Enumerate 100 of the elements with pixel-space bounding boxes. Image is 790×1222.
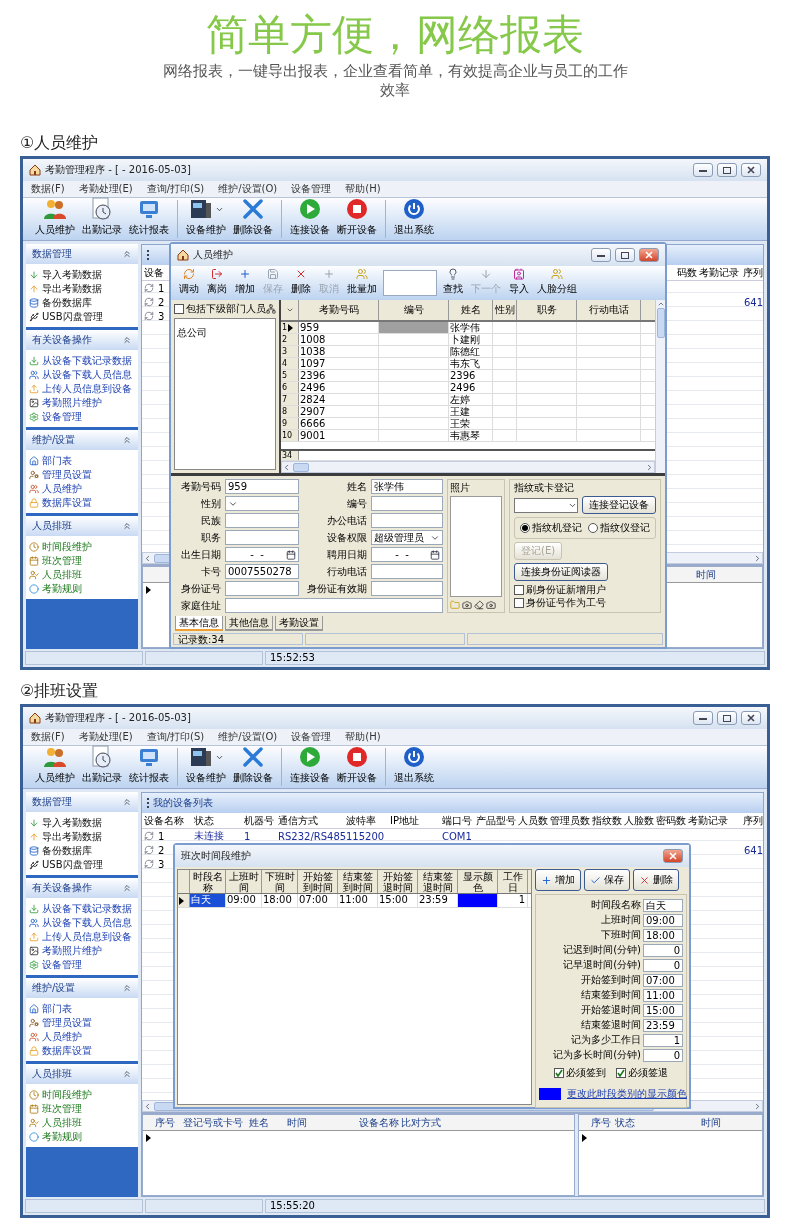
scrollbar-thumb[interactable] [293, 462, 309, 472]
tab[interactable]: 考勤设置 [275, 616, 323, 631]
tree-item[interactable]: 总公司 [177, 326, 207, 340]
text-field[interactable]: 0 [643, 958, 683, 972]
sidebar-link[interactable]: 考勤规则 [29, 582, 135, 595]
text-field[interactable]: 11:00 [643, 988, 683, 1002]
maximize-button[interactable] [615, 248, 635, 262]
sidebar-link[interactable]: 考勤规则 [29, 1130, 135, 1143]
menu-item[interactable]: 设备管理 [291, 182, 332, 196]
minimize-button[interactable] [591, 248, 611, 262]
sidebar-link[interactable]: 考勤照片维护 [29, 396, 135, 409]
minimize-button[interactable] [693, 711, 713, 725]
toolbar-button[interactable]: 设备维护 [184, 748, 228, 786]
action-button[interactable]: 删除 [633, 869, 679, 891]
sidebar-link[interactable]: 导出考勤数据 [29, 830, 135, 843]
group-header[interactable]: 维护/设置 [26, 978, 138, 998]
text-field[interactable] [225, 513, 299, 528]
text-field[interactable] [225, 598, 443, 613]
close-button[interactable] [741, 163, 761, 177]
menu-item[interactable]: 查询/打印(S) [146, 182, 205, 196]
text-field[interactable]: 18:00 [643, 928, 683, 942]
text-field[interactable] [371, 564, 443, 579]
sidebar-link[interactable]: USB闪盘管理 [29, 858, 135, 871]
text-field[interactable]: 张学伟 [371, 479, 443, 494]
toolbar-button[interactable]: 导入 [507, 268, 531, 298]
sidebar-link[interactable]: 管理员设置 [29, 1016, 135, 1029]
group-header[interactable]: 人员排班 [26, 1064, 138, 1084]
group-header[interactable]: 有关设备操作 [26, 878, 138, 898]
text-field[interactable] [371, 581, 443, 596]
group-header[interactable]: 维护/设置 [26, 430, 138, 450]
sidebar-link[interactable]: 时间段维护 [29, 1088, 135, 1101]
change-color-link[interactable]: 更改此时段类别的显示颜色 [567, 1087, 687, 1101]
toolbar-button[interactable]: 人脸分组 [535, 268, 579, 298]
toolbar-button[interactable]: 删除设备 [231, 200, 275, 238]
sidebar-link[interactable]: 时间段维护 [29, 540, 135, 553]
toolbar-button[interactable]: 统计报表 [127, 748, 171, 786]
maximize-button[interactable] [717, 711, 737, 725]
menu-item[interactable]: 设备管理 [291, 730, 332, 744]
text-field[interactable]: 15:00 [643, 1003, 683, 1017]
toolbar-button[interactable]: 调动 [177, 268, 201, 298]
sidebar-link[interactable]: 从设备下载人员信息 [29, 368, 135, 381]
checkbox[interactable]: 必须签到 [554, 1067, 606, 1079]
sidebar-link[interactable]: 部门表 [29, 454, 135, 467]
menu-item[interactable]: 维护/设置(O) [218, 730, 278, 744]
group-header[interactable]: 数据管理 [26, 244, 138, 264]
radio-button[interactable]: 指纹仪登记 [588, 522, 650, 534]
sidebar-link[interactable]: 从设备下载人员信息 [29, 916, 135, 929]
sidebar-link[interactable]: 部门表 [29, 1002, 135, 1015]
dropdown[interactable] [225, 496, 299, 511]
horizontal-scrollbar[interactable] [281, 461, 655, 473]
tab[interactable]: 其他信息 [225, 616, 273, 631]
menu-item[interactable]: 查询/打印(S) [146, 730, 205, 744]
radio-button[interactable]: 指纹机登记 [520, 522, 582, 534]
close-button[interactable] [663, 849, 683, 863]
toolbar-button[interactable]: 查找 [441, 268, 465, 298]
sidebar-link[interactable]: 设备管理 [29, 410, 135, 423]
menu-item[interactable]: 数据(F) [31, 730, 65, 744]
text-field[interactable] [371, 496, 443, 511]
checkbox[interactable]: 刷身份证新增用户 [514, 584, 606, 596]
sidebar-link[interactable]: 班次管理 [29, 1102, 135, 1115]
scrollbar-thumb[interactable] [656, 308, 665, 338]
toolbar-button[interactable]: 连接设备 [288, 200, 332, 238]
sidebar-link[interactable]: 考勤照片维护 [29, 944, 135, 957]
toolbar-button[interactable]: 出勤记录 [80, 748, 124, 786]
menu-item[interactable]: 考勤处理(E) [78, 182, 133, 196]
date-field[interactable]: - - [371, 547, 443, 562]
text-field[interactable]: 23:59 [643, 1018, 683, 1032]
search-field[interactable] [383, 270, 437, 296]
sidebar-link[interactable]: 人员排班 [29, 1116, 135, 1129]
sidebar-link[interactable]: 从设备下载记录数据 [29, 354, 135, 367]
text-field[interactable]: 0 [643, 943, 683, 957]
menu-item[interactable]: 数据(F) [31, 182, 65, 196]
checkbox[interactable]: 包括下级部门人员 [174, 303, 266, 315]
toolbar-button[interactable]: 统计报表 [127, 200, 171, 238]
toolbar-button[interactable]: 批量加 [345, 268, 379, 298]
toolbar-button[interactable]: 增加 [233, 268, 257, 298]
toolbar-button[interactable]: 设备维护 [184, 200, 228, 238]
sidebar-link[interactable]: 人员维护 [29, 482, 135, 495]
group-header[interactable]: 有关设备操作 [26, 330, 138, 350]
menu-item[interactable]: 帮助(H) [345, 182, 381, 196]
checkbox[interactable]: 身份证号作为工号 [514, 597, 606, 609]
minimize-button[interactable] [693, 163, 713, 177]
toolbar-button[interactable]: 断开设备 [335, 748, 379, 786]
vertical-scrollbar[interactable] [655, 300, 665, 473]
sidebar-link[interactable]: 人员维护 [29, 1030, 135, 1043]
group-header[interactable]: 人员排班 [26, 516, 138, 536]
close-button[interactable] [639, 248, 659, 262]
sidebar-link[interactable]: 导入考勤数据 [29, 816, 135, 829]
maximize-button[interactable] [717, 163, 737, 177]
sidebar-link[interactable]: 数据库设置 [29, 496, 135, 509]
text-field[interactable]: 0007550278 [225, 564, 299, 579]
toolbar-button[interactable]: 删除 [289, 268, 313, 298]
sidebar-link[interactable]: 导出考勤数据 [29, 282, 135, 295]
sidebar-link[interactable]: 上传人员信息到设备 [29, 382, 135, 395]
toolbar-button[interactable]: 断开设备 [335, 200, 379, 238]
text-field[interactable]: 959 [225, 479, 299, 494]
text-field[interactable] [371, 513, 443, 528]
menu-item[interactable]: 考勤处理(E) [78, 730, 133, 744]
date-field[interactable]: - - [225, 547, 299, 562]
sidebar-link[interactable]: 班次管理 [29, 554, 135, 567]
